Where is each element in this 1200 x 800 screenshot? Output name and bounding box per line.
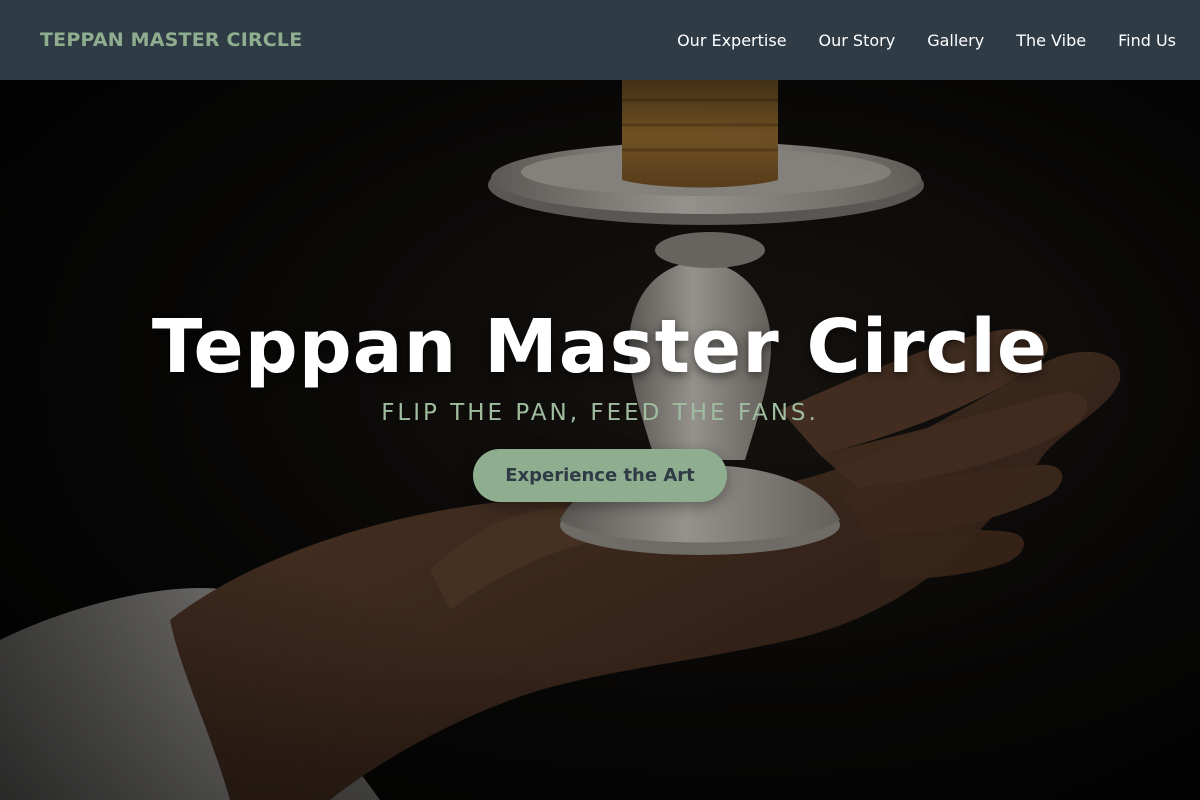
nav-link-gallery[interactable]: Gallery: [927, 31, 984, 50]
nav-link-our-story[interactable]: Our Story: [819, 31, 896, 50]
nav-link-find-us[interactable]: Find Us: [1118, 31, 1176, 50]
hero-section: Teppan Master Circle FLIP THE PAN, FEED …: [0, 80, 1200, 800]
brand-logo-text[interactable]: TEPPAN MASTER CIRCLE: [40, 0, 302, 80]
hero-tagline: FLIP THE PAN, FEED THE FANS.: [381, 400, 819, 426]
nav-link-our-expertise[interactable]: Our Expertise: [677, 31, 786, 50]
nav-link-the-vibe[interactable]: The Vibe: [1016, 31, 1086, 50]
nav-menu: Our Expertise Our Story Gallery The Vibe…: [677, 0, 1176, 80]
hero-title: Teppan Master Circle: [151, 304, 1049, 390]
hero-content: Teppan Master Circle FLIP THE PAN, FEED …: [0, 80, 1200, 800]
experience-the-art-button[interactable]: Experience the Art: [473, 449, 727, 502]
site-navbar: TEPPAN MASTER CIRCLE Our Expertise Our S…: [0, 0, 1200, 80]
